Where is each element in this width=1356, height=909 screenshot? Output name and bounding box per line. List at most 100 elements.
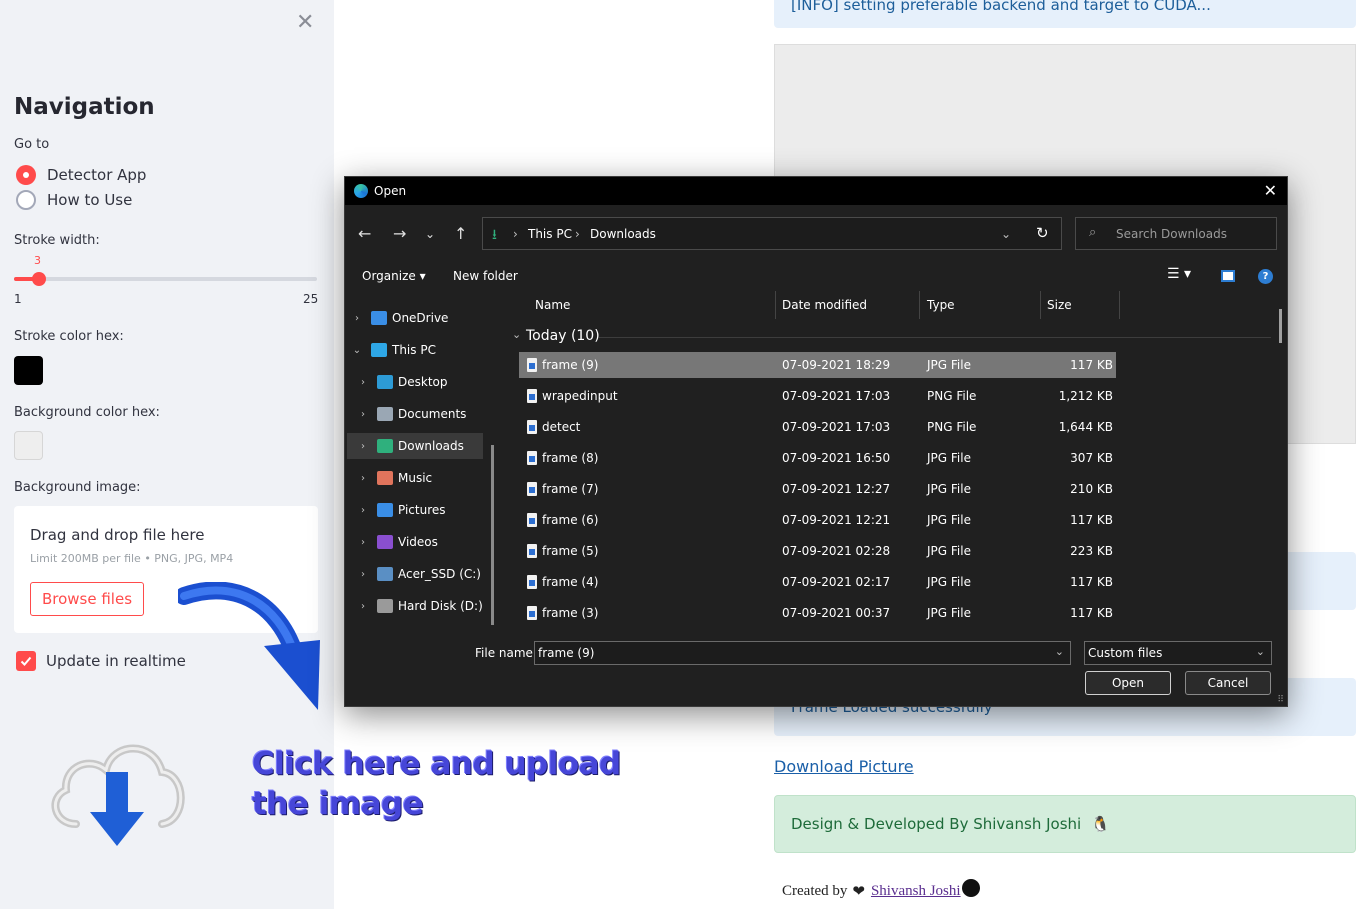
chevron-right-icon[interactable]: › <box>355 569 371 580</box>
view-options-icon[interactable]: ☰ ▾ <box>1167 266 1191 282</box>
refresh-icon[interactable]: ↻ <box>1036 224 1049 242</box>
column-separator[interactable] <box>775 291 776 319</box>
column-separator[interactable] <box>1040 291 1041 319</box>
resize-grip-icon[interactable]: ⠿ <box>1277 695 1284 705</box>
nav-item[interactable]: › Music <box>345 465 495 491</box>
cancel-button[interactable]: Cancel <box>1185 671 1271 695</box>
address-dropdown-icon[interactable]: ⌄ <box>1001 227 1011 241</box>
stroke-width-label: Stroke width: <box>14 233 100 248</box>
heart-icon: ❤ <box>852 882 865 900</box>
nav-scrollbar[interactable] <box>491 445 494 625</box>
column-name[interactable]: Name <box>535 298 570 312</box>
address-bar[interactable]: ⭳ › This PC › Downloads ⌄ ↻ <box>482 217 1062 250</box>
chevron-down-icon[interactable]: ⌄ <box>349 345 365 356</box>
chevron-down-icon[interactable]: ⌄ <box>1256 645 1265 658</box>
organize-button[interactable]: Organize ▾ <box>362 269 426 283</box>
dialog-title: Open <box>374 184 407 198</box>
nav-item[interactable]: ⌄ This PC <box>345 337 495 363</box>
column-separator[interactable] <box>1119 291 1120 319</box>
chevron-right-icon[interactable]: › <box>355 505 371 516</box>
file-row[interactable]: frame (5) 07-09-2021 02:28 JPG File 223 KB <box>519 538 1116 564</box>
file-row[interactable]: wrapedinput 07-09-2021 17:03 PNG File 1,212… <box>519 383 1116 409</box>
created-by: Created by ❤ Shivansh Joshi <box>782 879 980 900</box>
nav-item[interactable]: › Videos <box>345 529 495 555</box>
back-arrow-icon[interactable]: ← <box>358 224 371 243</box>
group-collapse-icon[interactable]: ⌄ <box>512 328 521 341</box>
recent-chevron-icon[interactable]: ⌄ <box>425 227 435 241</box>
image-file-icon <box>527 451 537 465</box>
radio-detector-app[interactable]: Detector App <box>16 165 146 185</box>
file-type-select[interactable]: Custom files ⌄ <box>1084 641 1272 665</box>
breadcrumb-this-pc[interactable]: This PC <box>528 227 572 241</box>
column-separator[interactable] <box>919 291 920 319</box>
nav-item[interactable]: › Acer_SSD (C:) <box>345 561 495 587</box>
column-size[interactable]: Size <box>1047 298 1072 312</box>
browse-files-button[interactable]: Browse files <box>30 582 144 616</box>
stroke-color-label: Stroke color hex: <box>14 329 124 344</box>
chevron-right-icon[interactable]: › <box>355 409 371 420</box>
nav-item[interactable]: › Downloads <box>347 433 483 459</box>
realtime-checkbox-row[interactable]: Update in realtime <box>16 651 186 671</box>
file-scrollbar[interactable] <box>1279 309 1282 343</box>
radio-label: How to Use <box>47 191 133 209</box>
success-text: Design & Developed By Shivansh Joshi <box>791 815 1082 833</box>
nav-item[interactable]: › Hard Disk (D:) <box>345 593 495 619</box>
radio-selected-icon[interactable] <box>16 165 36 185</box>
nav-item[interactable]: › Desktop <box>345 369 495 395</box>
cloud-download-icon <box>51 744 185 846</box>
file-name: frame (7) <box>542 482 599 496</box>
breadcrumb-downloads[interactable]: Downloads <box>590 227 656 241</box>
file-name-label: File name: <box>475 646 537 660</box>
column-type[interactable]: Type <box>927 298 955 312</box>
chevron-right-icon[interactable]: › <box>355 377 371 388</box>
nav-item[interactable]: › OneDrive <box>345 305 495 331</box>
file-row[interactable]: frame (9) 07-09-2021 18:29 JPG File 117 KB <box>519 352 1116 378</box>
file-row[interactable]: frame (3) 07-09-2021 00:37 JPG File 117 KB <box>519 600 1116 626</box>
uploader-title: Drag and drop file here <box>30 526 205 544</box>
stroke-color-picker[interactable] <box>14 356 43 385</box>
pc-icon <box>371 343 387 357</box>
close-sidebar-icon[interactable]: ✕ <box>296 10 314 35</box>
file-type: JPG File <box>927 451 971 465</box>
new-folder-button[interactable]: New folder <box>453 269 518 283</box>
slider-thumb[interactable] <box>32 272 46 286</box>
realtime-label: Update in realtime <box>46 652 186 670</box>
goto-label: Go to <box>14 137 50 152</box>
chevron-right-icon[interactable]: › <box>349 313 365 324</box>
edge-icon <box>354 184 368 198</box>
up-arrow-icon[interactable]: ↑ <box>454 224 467 243</box>
chevron-down-icon[interactable]: ⌄ <box>1055 645 1064 658</box>
forward-arrow-icon[interactable]: → <box>393 224 406 243</box>
group-header[interactable]: Today (10) <box>526 328 600 344</box>
file-row[interactable]: frame (7) 07-09-2021 12:27 JPG File 210 KB <box>519 476 1116 502</box>
column-date-modified[interactable]: Date modified <box>782 298 867 312</box>
file-row[interactable]: frame (4) 07-09-2021 02:17 JPG File 117 KB <box>519 569 1116 595</box>
stroke-width-slider-track[interactable] <box>14 277 317 281</box>
bg-color-picker[interactable] <box>14 431 43 460</box>
file-row[interactable]: frame (6) 07-09-2021 12:21 JPG File 117 KB <box>519 507 1116 533</box>
nav-item[interactable]: › Documents <box>345 401 495 427</box>
file-type: JPG File <box>927 513 971 527</box>
file-row[interactable]: frame (8) 07-09-2021 16:50 JPG File 307 KB <box>519 445 1116 471</box>
chevron-right-icon[interactable]: › <box>355 537 371 548</box>
open-button[interactable]: Open <box>1085 671 1171 695</box>
file-name-input[interactable]: frame (9) ⌄ <box>534 641 1071 665</box>
file-row[interactable]: detect 07-09-2021 17:03 PNG File 1,644 KB <box>519 414 1116 440</box>
github-icon[interactable] <box>961 879 980 897</box>
chevron-right-icon[interactable]: › <box>355 473 371 484</box>
help-icon[interactable]: ? <box>1258 269 1273 284</box>
chevron-right-icon[interactable]: › <box>355 601 371 612</box>
download-picture-link[interactable]: Download Picture <box>774 757 914 776</box>
nav-item[interactable]: › Pictures <box>345 497 495 523</box>
search-box[interactable]: ⌕ Search Downloads <box>1075 217 1277 250</box>
close-icon[interactable]: ✕ <box>1264 181 1277 200</box>
radio-unselected-icon[interactable] <box>16 190 36 210</box>
radio-how-to-use[interactable]: How to Use <box>16 190 132 210</box>
chevron-right-icon[interactable]: › <box>355 441 371 452</box>
author-link[interactable]: Shivansh Joshi <box>871 883 961 900</box>
slider-min: 1 <box>14 292 22 306</box>
file-size: 1,212 KB <box>1058 389 1113 403</box>
file-type: JPG File <box>927 544 971 558</box>
checkbox-checked-icon[interactable] <box>16 651 36 671</box>
preview-pane-icon[interactable] <box>1221 270 1235 282</box>
